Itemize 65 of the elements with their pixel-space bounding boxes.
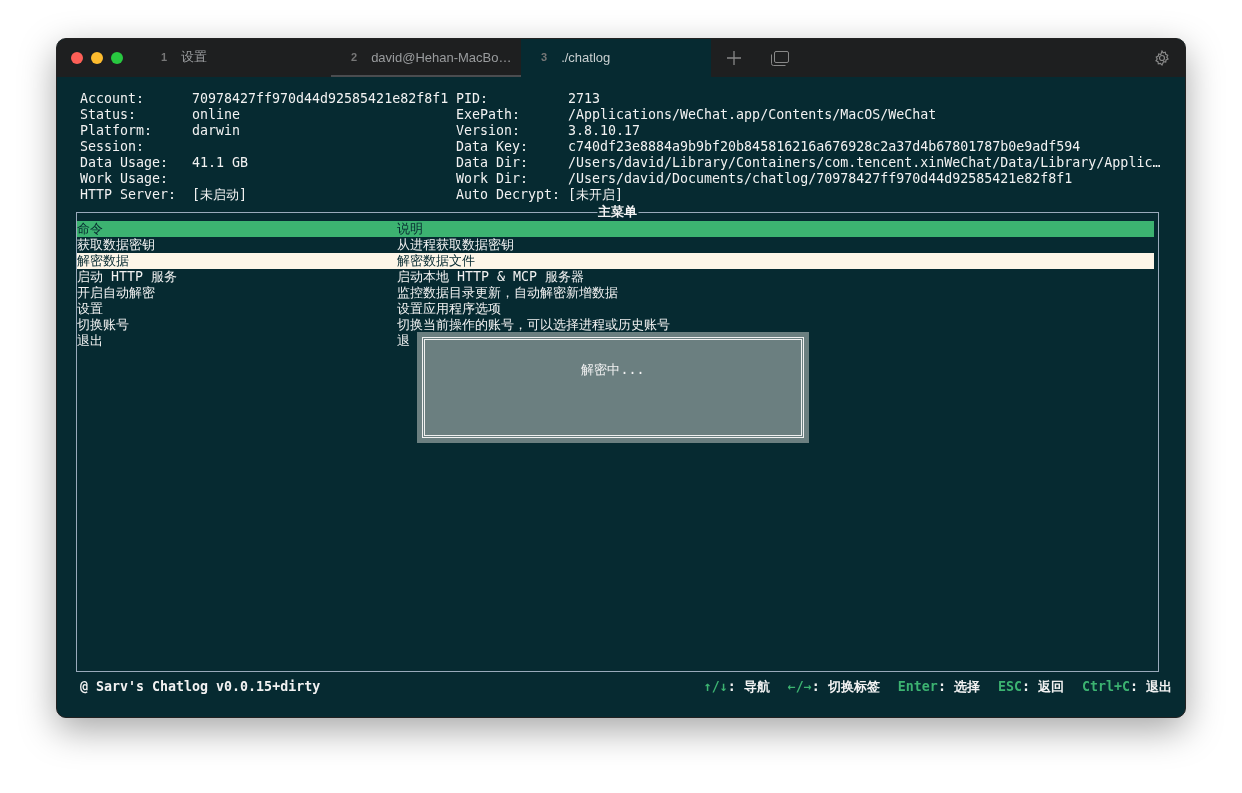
info-value: 70978427ff970d44d92585421e82f8f1 xyxy=(192,91,450,107)
key-hint: Enter: 选择 xyxy=(897,679,980,695)
info-value: /Users/david/Library/Containers/com.tencent.xinWeChat/Data/Library/Applic… xyxy=(568,155,1161,171)
info-label: Platform: xyxy=(80,123,154,139)
info-value: online xyxy=(192,107,242,123)
app-version: @ Sarv's Chatlog v0.0.15+dirty xyxy=(80,679,321,695)
menu-row[interactable]: 获取数据密钥 从进程获取数据密钥 xyxy=(77,237,1154,253)
description-text: 设置应用程序选项 xyxy=(397,301,502,317)
description-text: 从进程获取数据密钥 xyxy=(397,237,515,253)
info-value: /Applications/WeChat.app/Contents/MacOS/WeChat xyxy=(568,107,938,123)
key-hint: ESC: 返回 xyxy=(997,679,1064,695)
command-text: 退出 xyxy=(77,333,104,349)
info-label: PID: xyxy=(456,91,490,107)
info-value: darwin xyxy=(192,123,242,139)
menu-title: 主菜单 xyxy=(597,204,638,220)
info-value: [未开启] xyxy=(568,187,624,203)
command-text: 切换账号 xyxy=(77,317,130,333)
menu-row[interactable]: 设置 设置应用程序选项 xyxy=(77,301,1154,317)
description-text: 启动本地 HTTP & MCP 服务器 xyxy=(397,269,586,285)
description-text: 退 xyxy=(397,333,411,349)
info-value: 2713 xyxy=(568,91,602,107)
terminal-tab[interactable]: 3 ./chatlog xyxy=(521,39,711,77)
column-header: 说明 xyxy=(397,221,424,237)
info-label: Session: xyxy=(80,139,146,155)
info-value: 41.1 GB xyxy=(192,155,250,171)
menu-row[interactable]: 解密数据 解密数据文件 xyxy=(77,253,1154,269)
info-label: Status: xyxy=(80,107,138,123)
menu-row[interactable]: 切换账号 切换当前操作的账号，可以选择进程或历史账号 xyxy=(77,317,1154,333)
info-label: Account: xyxy=(80,91,146,107)
info-label: ExePath: xyxy=(456,107,522,123)
close-icon[interactable] xyxy=(71,52,83,64)
info-label: Work Dir: xyxy=(456,171,530,187)
maximize-icon[interactable] xyxy=(111,52,123,64)
menu-row[interactable]: 退出 退 xyxy=(77,333,1154,349)
command-text: 设置 xyxy=(77,301,104,317)
info-label: Data Key: xyxy=(456,139,530,155)
info-value: [未启动] xyxy=(192,187,248,203)
command-text: 启动 HTTP 服务 xyxy=(77,269,179,285)
key-hint: ↑/↓: 导航 xyxy=(703,679,770,695)
info-value: 3.8.10.17 xyxy=(568,123,642,139)
description-text: 监控数据目录更新，自动解密新增数据 xyxy=(397,285,619,301)
info-label: HTTP Server: xyxy=(80,187,178,203)
description-text: 解密数据文件 xyxy=(397,253,476,269)
minimize-icon[interactable] xyxy=(91,52,103,64)
info-value: c740df23e8884a9b9bf20b845816216a676928c2a37d4b67801787b0e9adf594 xyxy=(568,139,1082,155)
info-label: Work Usage: xyxy=(80,171,170,187)
info-value: /Users/david/Documents/chatlog/70978427ff970d44d92585421e82f8f1 xyxy=(568,171,1074,187)
plus-icon[interactable] xyxy=(727,51,741,65)
dialog-message: 解密中... xyxy=(581,362,645,379)
info-label: Version: xyxy=(456,123,522,139)
info-label: Data Usage: xyxy=(80,155,170,171)
menu-row[interactable]: 启动 HTTP 服务 启动本地 HTTP & MCP 服务器 xyxy=(77,269,1154,285)
terminal-tab[interactable]: 1 设置 xyxy=(141,39,331,77)
info-label: Auto Decrypt: xyxy=(456,187,562,203)
command-text: 获取数据密钥 xyxy=(77,237,156,253)
window-icon[interactable] xyxy=(771,50,789,66)
info-label: Data Dir: xyxy=(456,155,530,171)
command-text: 解密数据 xyxy=(77,253,130,269)
column-header: 命令 xyxy=(77,221,104,237)
key-hint: Ctrl+C: 退出 xyxy=(1081,679,1172,695)
command-text: 开启自动解密 xyxy=(77,285,156,301)
settings-icon[interactable] xyxy=(1154,50,1170,66)
key-hint: ←/→: 切换标签 xyxy=(787,679,880,695)
description-text: 切换当前操作的账号，可以选择进程或历史账号 xyxy=(397,317,671,333)
menu-row[interactable]: 开启自动解密 监控数据目录更新，自动解密新增数据 xyxy=(77,285,1154,301)
